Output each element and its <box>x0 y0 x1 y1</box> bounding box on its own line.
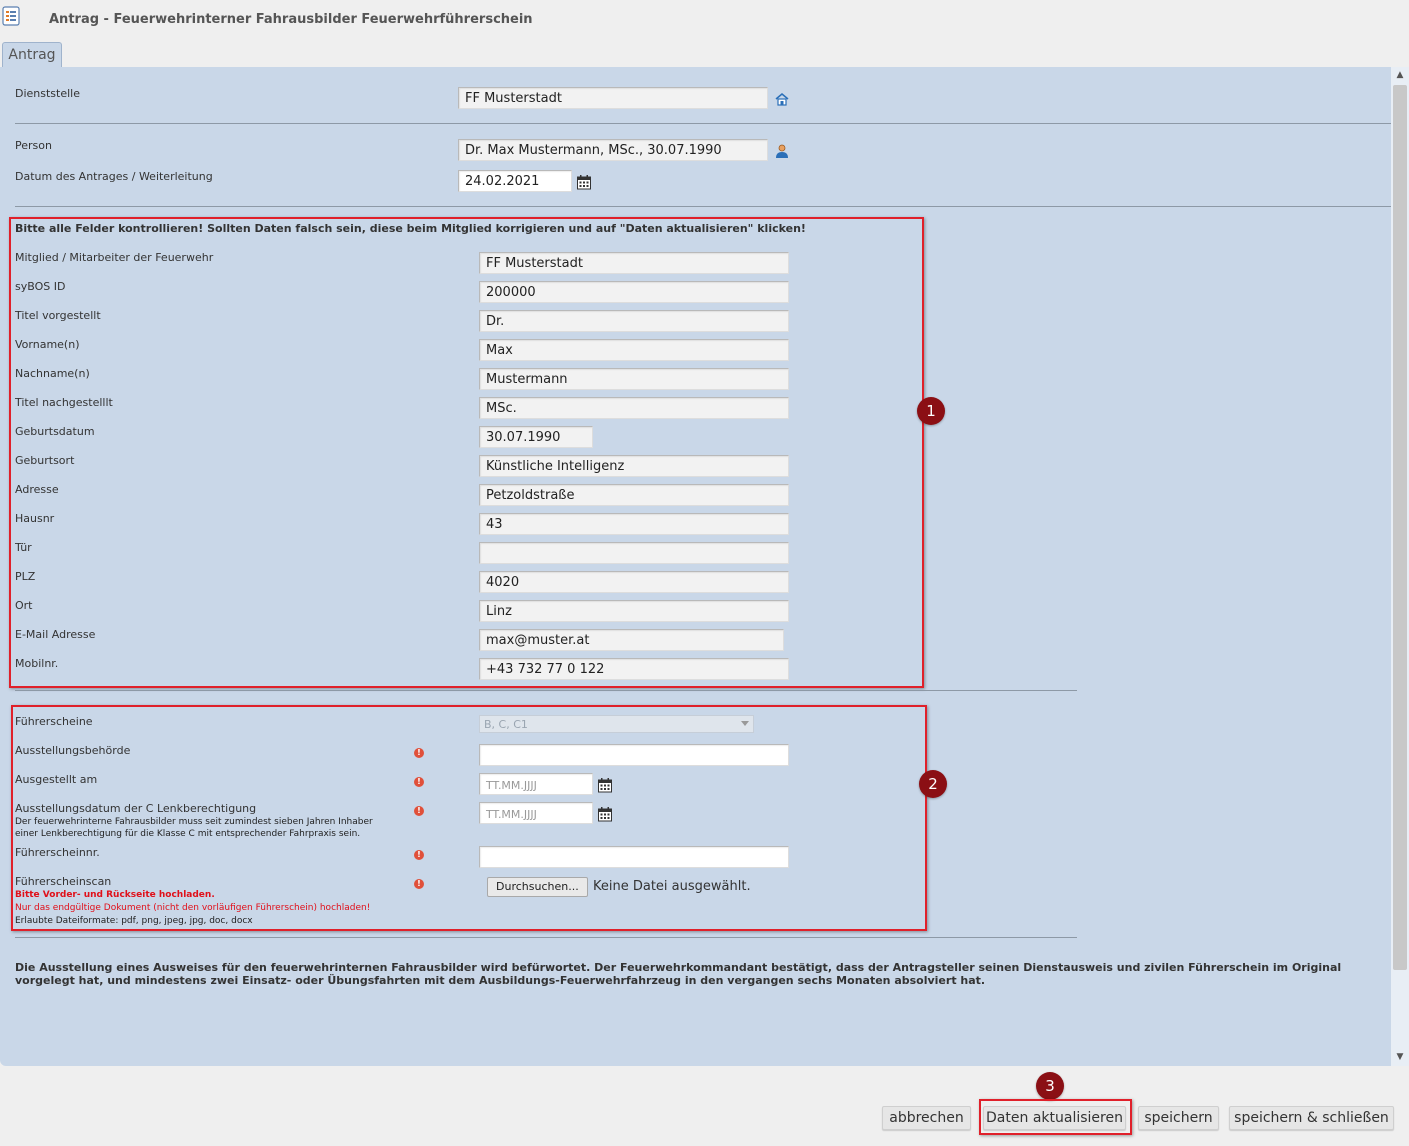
fuehrerscheinscan-label: Führerscheinscan <box>15 875 112 888</box>
form-list-icon <box>2 6 20 26</box>
member-field-input[interactable]: +43 732 77 0 122 <box>479 658 789 680</box>
member-field-label: Adresse <box>15 483 59 496</box>
separator <box>15 690 1077 691</box>
fuehrerscheinnr-label: Führerscheinnr. <box>15 846 100 859</box>
member-field-label: Mitglied / Mitarbeiter der Feuerwehr <box>15 251 214 264</box>
separator <box>15 206 1391 207</box>
member-field-label: syBOS ID <box>15 280 66 293</box>
required-warning-icon: ! <box>414 777 424 787</box>
calendar-icon[interactable] <box>597 806 613 822</box>
marker-3: 3 <box>1036 1072 1064 1100</box>
fuehrerscheinnr-field[interactable] <box>479 846 789 868</box>
person-icon[interactable] <box>774 143 790 159</box>
chevron-down-icon <box>741 721 749 726</box>
abbrechen-button[interactable]: abbrechen <box>882 1106 971 1130</box>
speichern-button[interactable]: speichern <box>1138 1106 1219 1130</box>
member-field-label: PLZ <box>15 570 36 583</box>
browse-button[interactable]: Durchsuchen... <box>487 877 588 897</box>
member-field-input[interactable]: FF Musterstadt <box>479 252 789 274</box>
member-field-label: Titel nachgestelllt <box>15 396 113 409</box>
separator <box>15 123 1391 124</box>
person-label: Person <box>15 139 52 152</box>
member-field-input[interactable]: 43 <box>479 513 789 535</box>
member-field-input[interactable]: 4020 <box>479 571 789 593</box>
member-field-label: Ort <box>15 599 33 612</box>
required-warning-icon: ! <box>414 850 424 860</box>
ausgestellt-am-label: Ausgestellt am <box>15 773 98 786</box>
member-field-input[interactable] <box>479 542 789 564</box>
member-field-label: Titel vorgestellt <box>15 309 101 322</box>
member-field-input[interactable]: 30.07.1990 <box>479 426 593 448</box>
required-warning-icon: ! <box>414 748 424 758</box>
c-lenkberechtigung-label: Ausstellungsdatum der C Lenkberechtigung <box>15 802 257 815</box>
member-field-label: Vorname(n) <box>15 338 80 351</box>
ausstellungsbehoerde-field[interactable] <box>479 744 789 766</box>
highlight-box-3 <box>979 1099 1132 1135</box>
member-field-label: Mobilnr. <box>15 657 59 670</box>
no-file-text: Keine Datei ausgewählt. <box>593 879 751 894</box>
ausstellungsbehoerde-label: Ausstellungsbehörde <box>15 744 131 757</box>
fuehrerscheine-select[interactable]: B, C, C1 <box>479 715 754 733</box>
member-field-input[interactable]: Max <box>479 339 789 361</box>
datum-field[interactable]: 24.02.2021 <box>458 170 572 192</box>
person-field[interactable]: Dr. Max Mustermann, MSc., 30.07.1990 <box>458 139 768 161</box>
form-panel: Dienststelle FF Musterstadt Person Dr. M… <box>0 67 1409 1066</box>
member-field-label: E-Mail Adresse <box>15 628 96 641</box>
c-lenkberechtigung-note-2: einer Lenkberechtigung für die Klasse C … <box>15 829 361 839</box>
marker-2: 2 <box>919 770 947 798</box>
separator <box>15 937 1077 938</box>
dienststelle-label: Dienststelle <box>15 87 81 100</box>
tab-antrag[interactable]: Antrag <box>2 42 62 68</box>
required-warning-icon: ! <box>414 879 424 889</box>
scan-formats-note: Erlaubte Dateiformate: pdf, png, jpeg, j… <box>15 916 253 926</box>
scan-note-red-2: Nur das endgültige Dokument (nicht den v… <box>15 903 371 913</box>
check-notice: Bitte alle Felder kontrollieren! Sollten… <box>15 222 806 235</box>
datum-label: Datum des Antrages / Weiterleitung <box>15 170 213 183</box>
calendar-icon[interactable] <box>576 174 592 190</box>
speichern-schliessen-button[interactable]: speichern & schließen <box>1229 1106 1394 1130</box>
member-field-input[interactable]: MSc. <box>479 397 789 419</box>
title-bar: Antrag - Feuerwehrinterner Fahrausbilder… <box>0 0 1409 40</box>
vertical-scrollbar[interactable]: ▲ ▼ <box>1391 67 1409 1066</box>
member-field-input[interactable]: Dr. <box>479 310 789 332</box>
scroll-down-icon[interactable]: ▼ <box>1391 1049 1409 1066</box>
member-field-input[interactable]: Linz <box>479 600 789 622</box>
calendar-icon[interactable] <box>597 777 613 793</box>
confirmation-text: Die Ausstellung eines Ausweises für den … <box>15 961 1342 987</box>
member-field-input[interactable]: 200000 <box>479 281 789 303</box>
member-field-input[interactable]: Petzoldstraße <box>479 484 789 506</box>
member-field-label: Hausnr <box>15 512 55 525</box>
member-field-input[interactable]: Mustermann <box>479 368 789 390</box>
c-lenkberechtigung-field[interactable]: TT.MM.JJJJ <box>479 802 593 824</box>
member-field-label: Nachname(n) <box>15 367 90 380</box>
fuehrerscheine-label: Führerscheine <box>15 715 93 728</box>
required-warning-icon: ! <box>414 806 424 816</box>
window-title: Antrag - Feuerwehrinterner Fahrausbilder… <box>49 12 533 27</box>
member-field-input[interactable]: max@muster.at <box>479 629 784 651</box>
member-field-label: Tür <box>15 541 32 554</box>
marker-1: 1 <box>917 397 945 425</box>
scroll-thumb[interactable] <box>1393 85 1407 970</box>
member-field-input[interactable]: Künstliche Intelligenz <box>479 455 789 477</box>
dienststelle-field[interactable]: FF Musterstadt <box>458 87 768 109</box>
member-field-label: Geburtsdatum <box>15 425 95 438</box>
scan-note-red-1: Bitte Vorder- und Rückseite hochladen. <box>15 890 215 900</box>
scroll-up-icon[interactable]: ▲ <box>1391 67 1409 84</box>
c-lenkberechtigung-note-1: Der feuerwehrinterne Fahrausbilder muss … <box>15 817 373 827</box>
member-field-label: Geburtsort <box>15 454 75 467</box>
fuehrerscheine-value: B, C, C1 <box>484 718 528 731</box>
station-house-icon[interactable] <box>774 91 790 107</box>
ausgestellt-am-field[interactable]: TT.MM.JJJJ <box>479 773 593 795</box>
